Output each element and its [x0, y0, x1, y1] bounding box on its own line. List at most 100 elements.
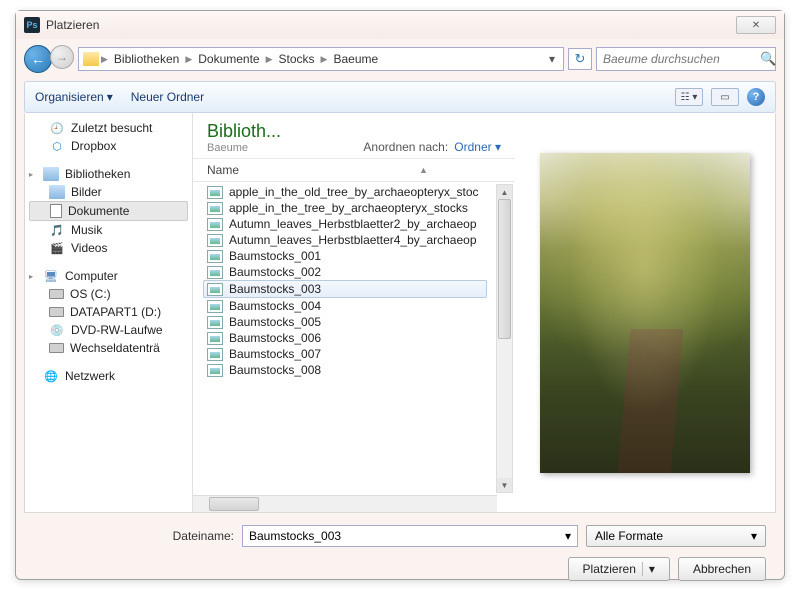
file-name: Autumn_leaves_Herbstblaetter4_by_archaeo…	[229, 233, 477, 247]
network-icon: 🌐	[43, 369, 59, 383]
scroll-thumb[interactable]	[498, 199, 511, 339]
file-row[interactable]: Baumstocks_003	[203, 280, 487, 298]
new-folder-button[interactable]: Neuer Ordner	[131, 90, 204, 104]
tree-removable[interactable]: Wechseldatenträ	[25, 339, 192, 357]
computer-icon: 🖥	[43, 269, 59, 283]
file-row[interactable]: Baumstocks_008	[193, 362, 515, 378]
recent-icon: 🕘	[49, 121, 65, 135]
file-name: apple_in_the_tree_by_archaeopteryx_stock…	[229, 201, 468, 215]
file-row[interactable]: Autumn_leaves_Herbstblaetter2_by_archaeo…	[193, 216, 515, 232]
image-file-icon	[207, 250, 223, 263]
file-name: Baumstocks_006	[229, 331, 321, 345]
documents-icon	[50, 204, 62, 218]
scroll-thumb[interactable]	[209, 497, 259, 511]
arrange-dropdown[interactable]: Ordner ▾	[454, 140, 501, 154]
chevron-right-icon: ▶	[266, 54, 273, 65]
close-button[interactable]: ✕	[736, 16, 776, 34]
help-icon[interactable]: ?	[747, 88, 765, 106]
chevron-down-icon[interactable]: ▾	[642, 562, 655, 576]
image-file-icon	[207, 283, 223, 296]
file-row[interactable]: apple_in_the_tree_by_archaeopteryx_stock…	[193, 200, 515, 216]
filename-input[interactable]: Baumstocks_003 ▾	[242, 525, 578, 547]
file-row[interactable]: Autumn_leaves_Herbstblaetter4_by_archaeo…	[193, 232, 515, 248]
expand-icon[interactable]: ▸	[29, 170, 33, 179]
tree-recent[interactable]: 🕘Zuletzt besucht	[25, 119, 192, 137]
nav-back-button[interactable]: ←	[24, 45, 52, 73]
scroll-up-button[interactable]: ▲	[497, 185, 512, 199]
nav-tree[interactable]: 🕘Zuletzt besucht ⬡Dropbox ▸Bibliotheken …	[25, 113, 193, 512]
image-file-icon	[207, 218, 223, 231]
scroll-down-button[interactable]: ▼	[497, 478, 512, 492]
drive-icon	[49, 289, 64, 299]
refresh-button[interactable]: ↻	[568, 48, 592, 70]
library-subtitle: Baeume	[207, 142, 281, 154]
search-input[interactable]	[603, 52, 760, 66]
expand-icon[interactable]: ▸	[29, 272, 33, 281]
library-title: Biblioth...	[207, 121, 281, 142]
file-list[interactable]: ▲ ▼ apple_in_the_old_tree_by_archaeopter…	[193, 182, 515, 495]
tree-drive-c[interactable]: OS (C:)	[25, 285, 192, 303]
file-row[interactable]: Baumstocks_001	[193, 248, 515, 264]
tree-dvd[interactable]: 💿DVD-RW-Laufwe	[25, 321, 192, 339]
chevron-right-icon: ▶	[101, 54, 108, 65]
file-name: Autumn_leaves_Herbstblaetter2_by_archaeo…	[229, 217, 477, 231]
tree-videos[interactable]: 🎬Videos	[25, 239, 192, 257]
file-row[interactable]: Baumstocks_007	[193, 346, 515, 362]
image-file-icon	[207, 186, 223, 199]
search-icon[interactable]: 🔍	[760, 51, 776, 67]
dialog-window: Ps Platzieren ✕ ← → ▶ Bibliotheken ▶ Dok…	[15, 10, 785, 580]
organize-menu[interactable]: Organisieren ▾	[35, 90, 113, 104]
search-box[interactable]: 🔍	[596, 47, 776, 71]
tree-computer[interactable]: ▸🖥Computer	[25, 267, 192, 285]
file-name: Baumstocks_001	[229, 249, 321, 263]
window-title: Platzieren	[46, 18, 99, 32]
file-name: Baumstocks_005	[229, 315, 321, 329]
toolbar: Organisieren ▾ Neuer Ordner ☷ ▾ ▭ ?	[24, 81, 776, 113]
file-row[interactable]: Baumstocks_002	[193, 264, 515, 280]
place-button[interactable]: Platzieren▾	[568, 557, 670, 581]
address-bar[interactable]: ▶ Bibliotheken ▶ Dokumente ▶ Stocks ▶ Ba…	[78, 47, 564, 71]
drive-icon	[49, 343, 64, 353]
crumb[interactable]: Dokumente	[194, 50, 263, 68]
preview-pane-button[interactable]: ▭	[711, 88, 739, 106]
image-file-icon	[207, 202, 223, 215]
address-dropdown[interactable]: ▾	[545, 52, 559, 66]
crumb[interactable]: Stocks	[275, 50, 319, 68]
tree-pictures[interactable]: Bilder	[25, 183, 192, 201]
file-area: Biblioth... Baeume Anordnen nach: Ordner…	[193, 113, 515, 512]
cancel-button[interactable]: Abbrechen	[678, 557, 766, 581]
sort-indicator-icon: ▲	[419, 165, 428, 175]
file-row[interactable]: Baumstocks_005	[193, 314, 515, 330]
horizontal-scrollbar[interactable]	[193, 495, 497, 512]
drive-icon	[49, 307, 64, 317]
tree-documents[interactable]: Dokumente	[29, 201, 188, 221]
view-options-button[interactable]: ☷ ▾	[675, 88, 703, 106]
nav-forward-button[interactable]: →	[50, 45, 74, 69]
library-icon	[43, 167, 59, 181]
file-row[interactable]: apple_in_the_old_tree_by_archaeopteryx_s…	[193, 184, 515, 200]
videos-icon: 🎬	[49, 241, 65, 255]
arrange-by: Anordnen nach: Ordner ▾	[363, 140, 501, 154]
format-dropdown[interactable]: Alle Formate▾	[586, 525, 766, 547]
music-icon: 🎵	[49, 223, 65, 237]
image-file-icon	[207, 332, 223, 345]
col-name[interactable]: Name	[207, 163, 239, 177]
file-name: apple_in_the_old_tree_by_archaeopteryx_s…	[229, 185, 479, 199]
chevron-right-icon: ▶	[321, 54, 328, 65]
column-header[interactable]: Name ▲	[193, 159, 515, 182]
vertical-scrollbar[interactable]: ▲ ▼	[496, 184, 513, 493]
tree-music[interactable]: 🎵Musik	[25, 221, 192, 239]
file-row[interactable]: Baumstocks_004	[193, 298, 515, 314]
titlebar[interactable]: Ps Platzieren ✕	[16, 11, 784, 39]
image-file-icon	[207, 266, 223, 279]
tree-network[interactable]: 🌐Netzwerk	[25, 367, 192, 385]
tree-dropbox[interactable]: ⬡Dropbox	[25, 137, 192, 155]
chevron-down-icon[interactable]: ▾	[565, 529, 571, 543]
crumb[interactable]: Bibliotheken	[110, 50, 183, 68]
crumb[interactable]: Baeume	[329, 50, 382, 68]
file-name: Baumstocks_003	[229, 282, 321, 296]
tree-drive-d[interactable]: DATAPART1 (D:)	[25, 303, 192, 321]
tree-libraries[interactable]: ▸Bibliotheken	[25, 165, 192, 183]
file-row[interactable]: Baumstocks_006	[193, 330, 515, 346]
dropbox-icon: ⬡	[49, 139, 65, 153]
